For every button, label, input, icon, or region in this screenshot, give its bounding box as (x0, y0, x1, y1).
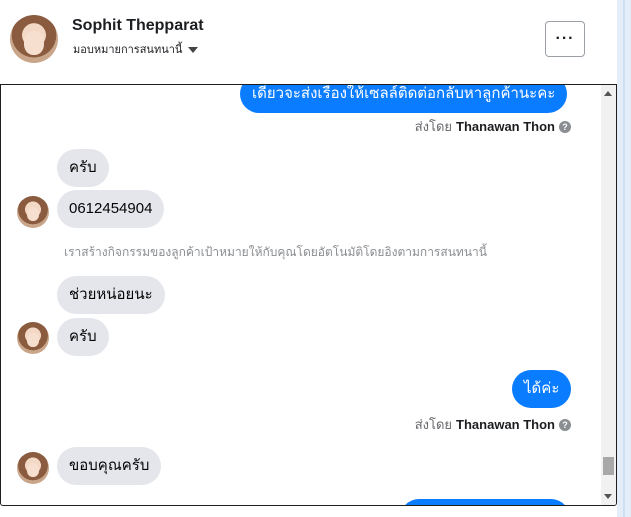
contact-avatar-small (17, 196, 49, 228)
conversation-header: Sophit Thepparat มอบหมายการสนทนานี้ ··· (0, 0, 617, 84)
assign-conversation-dropdown[interactable]: มอบหมายการสนทนานี้ (73, 40, 199, 58)
scroll-thumb[interactable] (603, 457, 614, 475)
incoming-message[interactable]: 0612454904 (57, 190, 165, 228)
contact-name[interactable]: Sophit Thepparat (72, 17, 204, 35)
info-icon[interactable]: ? (559, 120, 571, 133)
sent-by-prefix: ส่งโดย (414, 417, 453, 432)
contact-avatar[interactable] (10, 15, 58, 63)
info-icon[interactable]: ? (559, 418, 571, 431)
arrow-down-icon[interactable] (604, 494, 612, 499)
incoming-message[interactable]: ครับ (57, 149, 109, 187)
incoming-message[interactable]: ช่วยหน่อยนะ (57, 276, 165, 314)
outgoing-message-partial[interactable] (400, 499, 570, 505)
incoming-message[interactable]: ขอบคุณครับ (57, 447, 162, 485)
incoming-message[interactable]: ครับ (57, 318, 109, 356)
sent-by-prefix: ส่งโดย (414, 119, 453, 134)
sent-by-label: ส่งโดย Thanawan Thon ? (415, 116, 571, 137)
message-scrollbar[interactable] (601, 85, 616, 505)
arrow-up-icon[interactable] (604, 91, 612, 96)
outgoing-message[interactable]: เดี๋ยวจะส่งเรื่องให้เซลล์ติดต่อกลับหาลูก… (240, 85, 568, 113)
window-edge-line (623, 0, 625, 517)
message-thread: เดี๋ยวจะส่งเรื่องให้เซลล์ติดต่อกลับหาลูก… (0, 84, 617, 506)
system-note: เราสร้างกิจกรรมของลูกค้าเป้าหมายให้กับคุ… (64, 245, 487, 259)
more-options-button[interactable]: ··· (545, 21, 585, 57)
caret-down-icon (188, 46, 199, 53)
assign-conversation-label: มอบหมายการสนทนานี้ (73, 44, 183, 56)
sent-by-name: Thanawan Thon (456, 119, 555, 134)
message-list[interactable]: เดี๋ยวจะส่งเรื่องให้เซลล์ติดต่อกลับหาลูก… (1, 85, 601, 505)
sent-by-label: ส่งโดย Thanawan Thon ? (415, 414, 571, 435)
contact-avatar-small (17, 452, 49, 484)
outgoing-message[interactable]: ได้ค่ะ (512, 370, 572, 408)
contact-avatar-small (17, 322, 49, 354)
sent-by-name: Thanawan Thon (456, 417, 555, 432)
